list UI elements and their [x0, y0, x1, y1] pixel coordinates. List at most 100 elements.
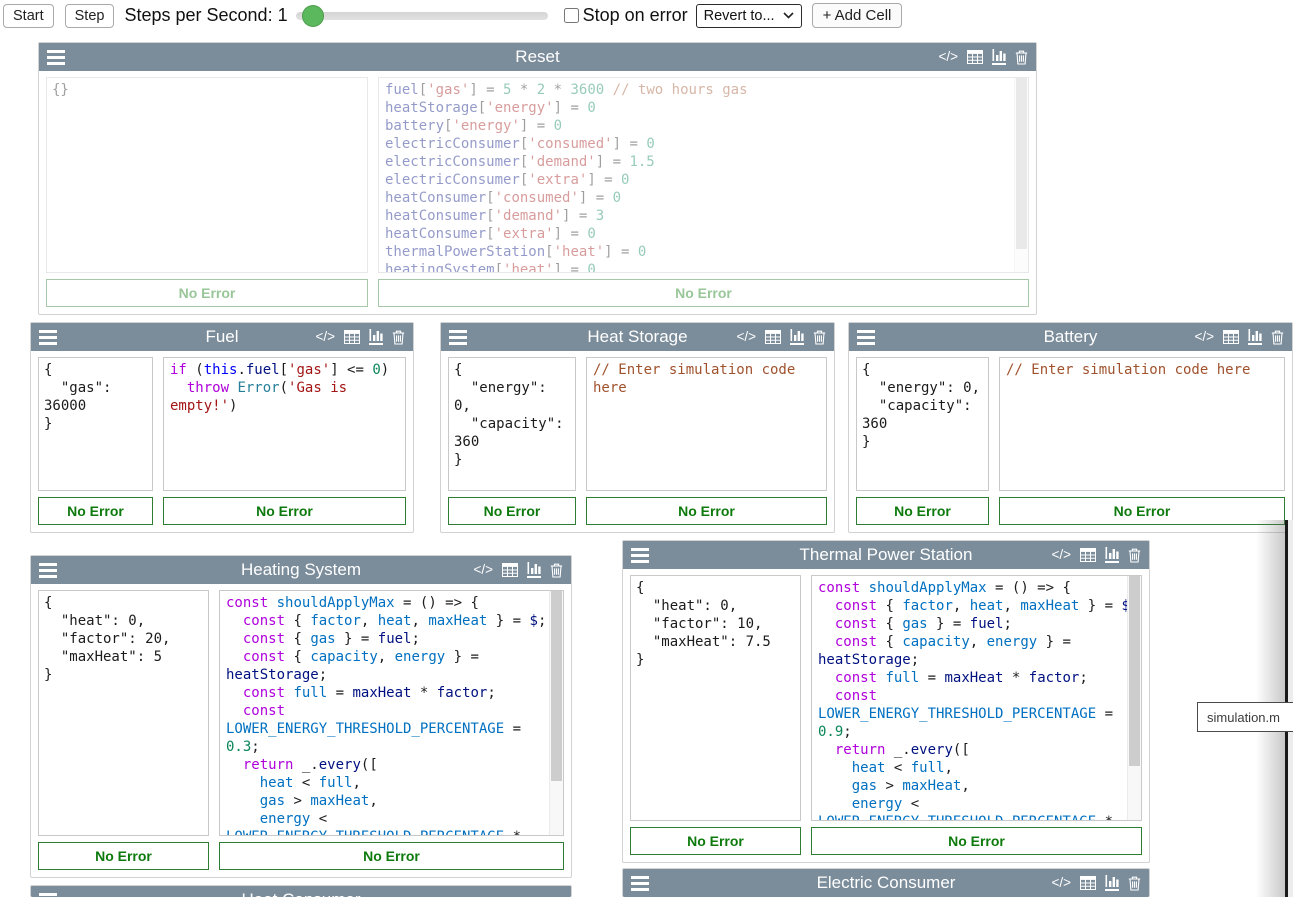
code-token: ; [538, 613, 546, 629]
code-line: return _.every([ [226, 756, 543, 774]
code-token: ] = [562, 208, 596, 224]
code-editor[interactable]: const shouldApplyMax = () => { const { f… [811, 575, 1142, 821]
table-icon[interactable] [1223, 330, 1239, 344]
code-token: electricConsumer [385, 172, 520, 188]
table-icon[interactable] [1080, 548, 1096, 562]
code-line: const { gas } = fuel; [818, 615, 1121, 633]
code-token: . [237, 362, 245, 378]
table-icon[interactable] [344, 330, 360, 344]
cell-title: Heat Storage [587, 327, 687, 347]
add-cell-button[interactable]: + Add Cell [812, 3, 903, 28]
hamburger-icon[interactable] [47, 50, 65, 65]
hamburger-icon[interactable] [631, 876, 649, 891]
bar-chart-icon[interactable] [369, 329, 383, 345]
hamburger-icon[interactable] [39, 563, 57, 578]
hamburger-icon[interactable] [449, 330, 467, 345]
code-line: const full = maxHeat * factor; [818, 669, 1121, 687]
header-icons: </> [315, 323, 405, 351]
scrollbar[interactable] [1014, 78, 1028, 272]
code-token: const [835, 688, 877, 704]
code-token: throw [187, 380, 229, 396]
hamburger-icon[interactable] [39, 330, 57, 345]
code-icon[interactable]: </> [1051, 876, 1071, 890]
state-editor[interactable]: { "energy": 0, "capacity": 360 } [856, 357, 989, 491]
code-icon[interactable]: </> [1194, 330, 1214, 344]
header-icons: </> [1194, 323, 1284, 351]
bar-chart-icon[interactable] [992, 49, 1006, 65]
revert-to-select[interactable]: Revert to... [696, 4, 802, 28]
trash-icon[interactable] [392, 330, 405, 345]
code-token: gas [902, 616, 927, 632]
state-editor[interactable]: { "heat": 0, "factor": 10, "maxHeat": 7.… [630, 575, 801, 821]
code-token: 1.5 [629, 154, 654, 170]
slider-thumb-icon[interactable] [302, 5, 324, 27]
code-icon[interactable]: </> [938, 50, 958, 64]
table-icon[interactable] [765, 330, 781, 344]
code-token: } = [928, 616, 970, 632]
code-token: { [285, 649, 310, 665]
start-button[interactable]: Start [3, 4, 54, 28]
code-token: thermalPowerStation [385, 244, 545, 260]
code-token: } = [1037, 634, 1071, 650]
state-editor[interactable]: {} [46, 77, 368, 273]
code-token: , [369, 793, 377, 809]
toolbar: Start Step Steps per Second: 1 Stop on e… [0, 0, 1293, 31]
code-editor[interactable]: // Enter simulation code here [999, 357, 1285, 491]
trash-icon[interactable] [813, 330, 826, 345]
code-token: // Enter simulation code here [1006, 362, 1250, 378]
trash-icon[interactable] [1128, 548, 1141, 563]
state-editor[interactable]: { "heat": 0, "factor": 20, "maxHeat": 5 … [38, 590, 209, 836]
code-token: ] = [554, 262, 588, 273]
cell-heat-storage: Heat Storage </> { "energy": 0, "capacit… [440, 322, 835, 533]
header-icons: </> [1051, 541, 1141, 569]
step-button[interactable]: Step [65, 4, 115, 28]
code-editor[interactable]: // Enter simulation codehere [586, 357, 827, 491]
trash-icon[interactable] [550, 563, 563, 578]
code-error-status: No Error [378, 279, 1029, 307]
code-token: , [352, 775, 360, 791]
bar-chart-icon[interactable] [1248, 329, 1262, 345]
stop-on-error-checkbox[interactable] [564, 8, 579, 23]
table-icon[interactable] [1080, 876, 1096, 890]
table-icon[interactable] [502, 563, 518, 577]
code-token: = () => { [987, 580, 1071, 596]
code-editor[interactable]: const shouldApplyMax = () => { const { f… [219, 590, 564, 836]
scrollbar[interactable] [549, 591, 563, 835]
code-token: shouldApplyMax [277, 595, 395, 611]
code-token: 0 [587, 262, 595, 273]
code-editor[interactable]: fuel['gas'] = 5 * 2 * 3600 // two hours … [378, 77, 1029, 273]
cell-header: Thermal Power Station </> [623, 541, 1149, 569]
code-token [226, 685, 243, 701]
table-icon[interactable] [967, 50, 983, 64]
code-token [226, 613, 243, 629]
bar-chart-icon[interactable] [1105, 547, 1119, 563]
code-editor[interactable]: if (this.fuel['gas'] <= 0) throw Error('… [163, 357, 406, 491]
state-editor[interactable]: { "gas": 36000 } [38, 357, 153, 491]
code-icon[interactable]: </> [473, 563, 493, 577]
code-icon[interactable]: </> [315, 330, 335, 344]
hamburger-icon[interactable] [39, 893, 57, 897]
state-editor[interactable]: { "energy": 0, "capacity": 360 } [448, 357, 576, 491]
scrollbar-thumb[interactable] [1129, 576, 1140, 766]
bar-chart-icon[interactable] [1105, 875, 1119, 891]
hamburger-icon[interactable] [857, 330, 875, 345]
scrollbar-thumb[interactable] [551, 591, 562, 781]
cell-title: Heating System [241, 560, 361, 580]
code-token: , [361, 613, 378, 629]
code-line: LOWER_ENERGY_THRESHOLD_PERCENTAGE = [818, 705, 1121, 723]
scrollbar-thumb[interactable] [1016, 78, 1027, 249]
code-icon[interactable]: </> [1051, 548, 1071, 562]
bar-chart-icon[interactable] [790, 329, 804, 345]
scrollbar[interactable] [1127, 576, 1141, 820]
code-line: return _.every([ [818, 741, 1121, 759]
code-token: , [961, 778, 969, 794]
code-token: heatConsumer [385, 208, 486, 224]
code-token: [ [495, 262, 503, 273]
speed-slider[interactable] [296, 12, 548, 20]
code-icon[interactable]: </> [736, 330, 756, 344]
bar-chart-icon[interactable] [527, 562, 541, 578]
trash-icon[interactable] [1128, 876, 1141, 891]
hamburger-icon[interactable] [631, 548, 649, 563]
trash-icon[interactable] [1271, 330, 1284, 345]
trash-icon[interactable] [1015, 50, 1028, 65]
